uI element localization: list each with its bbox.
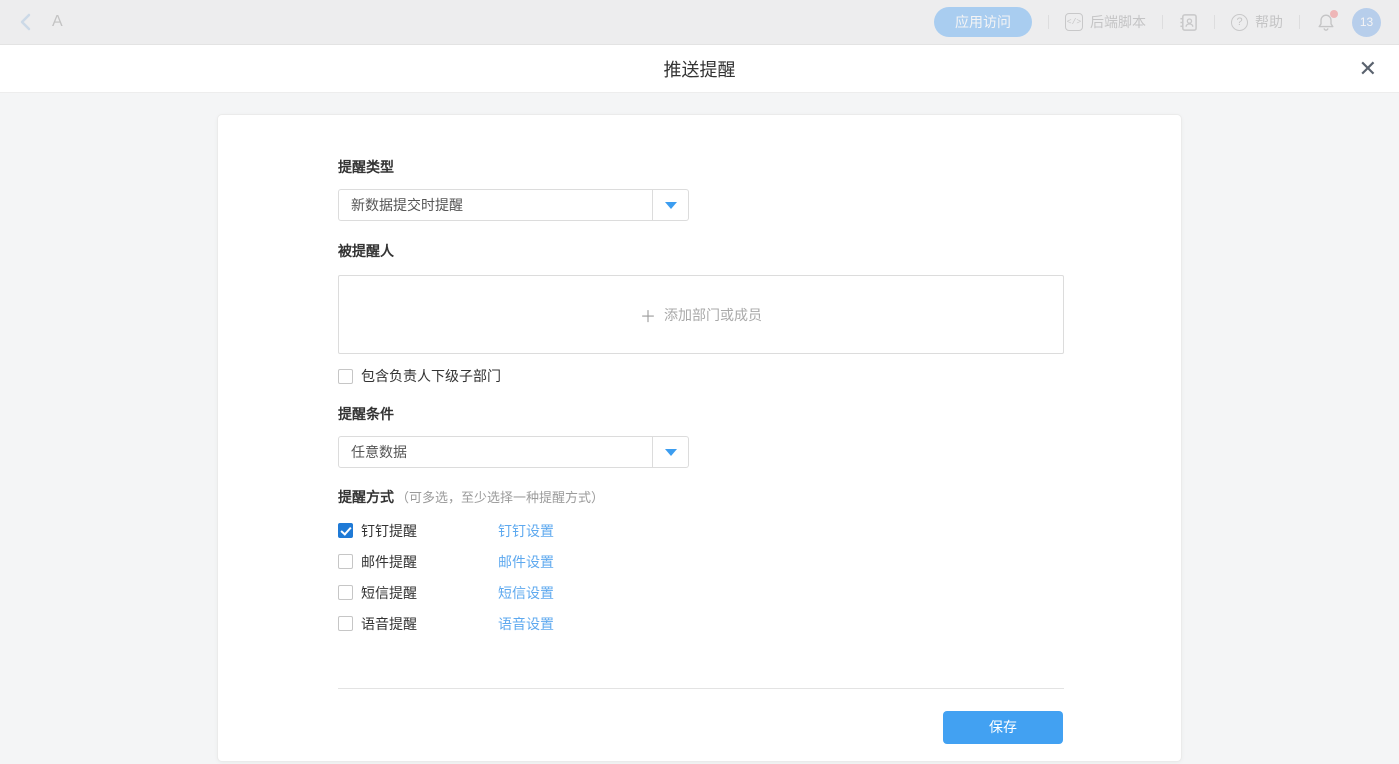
topbar-divider — [1214, 15, 1215, 29]
backend-script-button[interactable]: </> 后端脚本 — [1065, 12, 1146, 32]
chevron-down-icon — [665, 202, 677, 209]
modal-body: 提醒类型 新数据提交时提醒 被提醒人 ＋ 添加部门或成员 包含负责人下级子部门 … — [0, 93, 1399, 764]
topbar-divider — [1299, 15, 1300, 29]
back-icon[interactable] — [18, 12, 34, 32]
condition-value: 任意数据 — [339, 437, 652, 467]
app-title: A — [52, 13, 63, 31]
help-label: 帮助 — [1255, 12, 1283, 32]
method-row: 邮件提醒 邮件设置 — [338, 546, 554, 577]
method-settings-link[interactable]: 语音设置 — [498, 614, 554, 634]
code-icon: </> — [1065, 13, 1083, 31]
methods-hint: （可多选，至少选择一种提醒方式） — [396, 490, 604, 505]
footer-divider — [338, 688, 1064, 689]
help-icon: ? — [1231, 14, 1248, 31]
method-label: 邮件提醒 — [361, 552, 498, 572]
close-icon[interactable]: ✕ — [1359, 58, 1377, 80]
topbar-divider — [1048, 15, 1049, 29]
topbar-content: A 应用访问 </> 后端脚本 ? 帮助 — [0, 0, 1399, 44]
reminder-type-label: 提醒类型 — [338, 159, 394, 175]
method-checkbox[interactable] — [338, 554, 353, 569]
topbar: A 应用访问 </> 后端脚本 ? 帮助 — [0, 0, 1399, 45]
condition-select[interactable]: 任意数据 — [338, 436, 689, 468]
include-subdept-checkbox[interactable] — [338, 369, 353, 384]
method-row: 短信提醒 短信设置 — [338, 577, 554, 608]
reminder-type-select[interactable]: 新数据提交时提醒 — [338, 189, 689, 221]
method-label: 钉钉提醒 — [361, 521, 498, 541]
method-settings-link[interactable]: 钉钉设置 — [498, 521, 554, 541]
contacts-button[interactable] — [1179, 13, 1198, 32]
page-title: 推送提醒 — [664, 56, 736, 82]
plus-icon: ＋ — [640, 303, 656, 327]
push-reminder-form-card: 提醒类型 新数据提交时提醒 被提醒人 ＋ 添加部门或成员 包含负责人下级子部门 … — [217, 114, 1182, 762]
condition-label: 提醒条件 — [338, 406, 394, 422]
notification-badge — [1330, 10, 1338, 18]
reminder-type-caret-box[interactable] — [652, 190, 688, 220]
include-subdept-row[interactable]: 包含负责人下级子部门 — [338, 366, 501, 386]
include-subdept-label: 包含负责人下级子部门 — [361, 366, 501, 386]
method-row: 钉钉提醒 钉钉设置 — [338, 515, 554, 546]
method-checkbox[interactable] — [338, 585, 353, 600]
screen: A 应用访问 </> 后端脚本 ? 帮助 — [0, 0, 1399, 764]
method-label: 语音提醒 — [361, 614, 498, 634]
help-button[interactable]: ? 帮助 — [1231, 12, 1283, 32]
avatar[interactable]: 13 — [1352, 8, 1381, 37]
reminder-type-value: 新数据提交时提醒 — [339, 190, 652, 220]
add-recipients-button[interactable]: ＋ 添加部门或成员 — [338, 275, 1064, 354]
method-row: 语音提醒 语音设置 — [338, 608, 554, 639]
app-access-button[interactable]: 应用访问 — [934, 7, 1032, 37]
method-rows: 钉钉提醒 钉钉设置 邮件提醒 邮件设置 短信提醒 短信设置 语音提醒 语音设置 — [338, 515, 554, 639]
method-settings-link[interactable]: 邮件设置 — [498, 552, 554, 572]
methods-label: 提醒方式（可多选，至少选择一种提醒方式） — [338, 489, 604, 506]
recipients-label: 被提醒人 — [338, 243, 394, 259]
save-button[interactable]: 保存 — [943, 711, 1063, 744]
add-recipients-placeholder: 添加部门或成员 — [664, 305, 762, 325]
address-book-icon — [1179, 13, 1198, 32]
notification-bell-button[interactable] — [1316, 12, 1336, 33]
topbar-divider — [1162, 15, 1163, 29]
backend-script-label: 后端脚本 — [1090, 12, 1146, 32]
method-label: 短信提醒 — [361, 583, 498, 603]
method-checkbox[interactable] — [338, 523, 353, 538]
chevron-down-icon — [665, 449, 677, 456]
method-settings-link[interactable]: 短信设置 — [498, 583, 554, 603]
modal-header: 推送提醒 ✕ — [0, 45, 1399, 93]
method-checkbox[interactable] — [338, 616, 353, 631]
methods-label-text: 提醒方式 — [338, 489, 394, 505]
condition-caret-box[interactable] — [652, 437, 688, 467]
